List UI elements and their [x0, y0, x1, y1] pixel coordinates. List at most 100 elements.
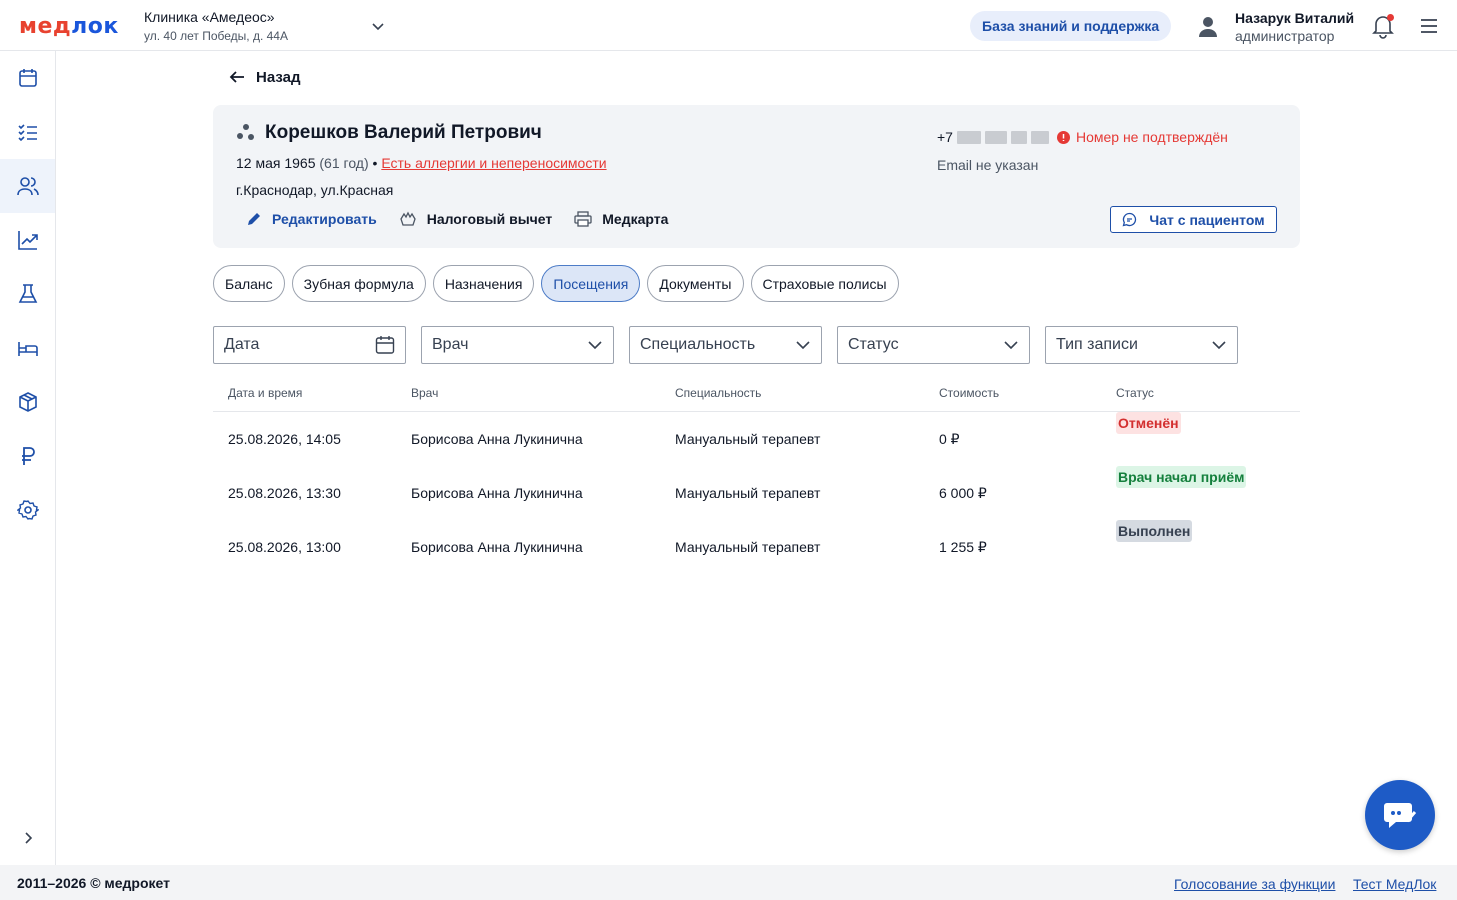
- clinic-selector[interactable]: Клиника «Амедеос» ул. 40 лет Победы, д. …: [144, 9, 288, 44]
- chevron-down-icon[interactable]: [370, 18, 386, 34]
- user-avatar-icon[interactable]: [1196, 14, 1220, 38]
- patient-birth-row: 12 мая 1965 (61 год) • Есть аллергии и н…: [236, 155, 607, 171]
- phone-hidden-part: [1010, 130, 1027, 144]
- patient-tabs: Баланс Зубная формула Назначения Посещен…: [213, 265, 899, 302]
- chat-button-label: Чат с пациентом: [1149, 211, 1265, 228]
- chevron-down-icon: [1004, 341, 1018, 350]
- specialty-filter-label: Специальность: [640, 336, 756, 353]
- status-filter[interactable]: Статус: [837, 326, 1030, 364]
- table-row[interactable]: 25.08.2026, 13:00 Борисова Анна Лукиничн…: [213, 520, 1300, 574]
- copyright: 2011–2026 © медрокет: [17, 875, 170, 891]
- column-header-cost[interactable]: Стоимость: [939, 386, 999, 400]
- row-datetime: 25.08.2026, 13:00: [228, 539, 341, 555]
- chevron-down-icon: [796, 341, 810, 350]
- medcard-button[interactable]: Медкарта: [574, 211, 668, 227]
- tab-documents[interactable]: Документы: [647, 265, 744, 302]
- separator-dot: •: [372, 155, 378, 171]
- doctor-filter[interactable]: Врач: [421, 326, 614, 364]
- clinic-address: ул. 40 лет Победы, д. 44А: [144, 28, 288, 43]
- row-doctor: Борисова Анна Лукинична: [411, 539, 583, 555]
- app-logo[interactable]: медлок: [19, 14, 119, 39]
- ruble-icon: [21, 447, 35, 465]
- support-chat-button[interactable]: [1365, 780, 1435, 850]
- allergy-link[interactable]: Есть аллергии и непереносимости: [381, 155, 606, 171]
- tab-prescriptions[interactable]: Назначения: [432, 265, 535, 302]
- edit-label: Редактировать: [272, 211, 377, 227]
- sidebar-item-analytics[interactable]: [0, 213, 55, 267]
- calendar-icon: [18, 69, 37, 87]
- chevron-right-icon: [24, 832, 32, 844]
- phone-status-text: Номер не подтверждён: [1075, 129, 1228, 145]
- status-badge: Врач начал приём: [1116, 466, 1247, 488]
- patient-actions: Редактировать Налоговый вычет Медкарта: [246, 211, 668, 227]
- sidebar-expand-button[interactable]: [0, 811, 55, 865]
- bed-icon: [17, 342, 38, 356]
- sidebar-item-lab[interactable]: [0, 267, 55, 321]
- specialty-filter[interactable]: Специальность: [629, 326, 822, 364]
- medcard-label: Медкарта: [602, 211, 669, 227]
- row-doctor: Борисова Анна Лукинична: [411, 431, 583, 447]
- doctor-filter-label: Врач: [432, 336, 469, 353]
- sidebar-item-beds[interactable]: [0, 321, 55, 375]
- sidebar-item-settings[interactable]: [0, 483, 55, 537]
- tab-balance[interactable]: Баланс: [213, 265, 285, 302]
- printer-icon: [574, 211, 592, 227]
- test-medlok-link[interactable]: Тест МедЛок: [1353, 876, 1436, 892]
- row-specialty: Мануальный терапевт: [675, 431, 821, 447]
- row-cost: 1 255 ₽: [939, 539, 987, 555]
- column-header-doctor[interactable]: Врач: [411, 386, 438, 400]
- column-header-specialty[interactable]: Специальность: [675, 386, 761, 400]
- settings-icon: [16, 500, 39, 520]
- patient-group-icon: [237, 124, 254, 140]
- chat-icon: [1123, 212, 1137, 227]
- row-cost: 6 000 ₽: [939, 485, 987, 501]
- table-row[interactable]: 25.08.2026, 13:30 Борисова Анна Лукиничн…: [213, 466, 1300, 520]
- tasks-icon: [17, 124, 37, 142]
- tax-icon: [399, 211, 416, 226]
- tab-dental-formula[interactable]: Зубная формула: [291, 265, 426, 302]
- back-button[interactable]: Назад: [228, 68, 300, 86]
- tab-insurance[interactable]: Страховые полисы: [750, 265, 899, 302]
- menu-icon[interactable]: [1418, 15, 1440, 37]
- back-label: Назад: [256, 68, 301, 86]
- patient-birth-date: 12 мая 1965: [236, 155, 316, 171]
- arrow-left-icon: [229, 71, 244, 83]
- error-icon: [1056, 130, 1070, 144]
- logo-text-right: лок: [71, 14, 119, 39]
- logo-text-left: мед: [19, 14, 72, 39]
- date-filter[interactable]: Дата: [213, 326, 406, 364]
- user-info[interactable]: Назарук Виталий администратор: [1235, 9, 1354, 45]
- phone-hidden-part: [984, 130, 1007, 144]
- user-name: Назарук Виталий: [1235, 10, 1355, 26]
- record-type-filter-label: Тип записи: [1056, 336, 1138, 353]
- feature-vote-link[interactable]: Голосование за функции: [1174, 876, 1335, 892]
- chevron-down-icon: [1212, 341, 1226, 350]
- footer: 2011–2026 © медрокет Голосование за функ…: [0, 865, 1457, 900]
- patient-name-row: Корешков Валерий Петрович: [236, 122, 542, 144]
- calendar-icon[interactable]: [375, 335, 395, 355]
- table-row[interactable]: 25.08.2026, 14:05 Борисова Анна Лукиничн…: [213, 412, 1300, 466]
- sidebar-item-patients[interactable]: [0, 159, 55, 213]
- sidebar-item-tasks[interactable]: [0, 105, 55, 159]
- edit-button[interactable]: Редактировать: [246, 211, 377, 227]
- sidebar-item-finance[interactable]: [0, 429, 55, 483]
- patient-phone: +7 Номер не подтверждён: [937, 129, 1228, 145]
- patient-name: Корешков Валерий Петрович: [265, 122, 542, 143]
- row-cost: 0 ₽: [939, 431, 960, 447]
- record-type-filter[interactable]: Тип записи: [1045, 326, 1238, 364]
- sidebar-item-calendar[interactable]: [0, 51, 55, 105]
- sidebar-item-warehouse[interactable]: [0, 375, 55, 429]
- tax-label: Налоговый вычет: [426, 211, 553, 227]
- top-bar: медлок Клиника «Амедеос» ул. 40 лет Побе…: [0, 0, 1457, 51]
- tax-deduction-button[interactable]: Налоговый вычет: [399, 211, 553, 227]
- patient-age: (61 год): [319, 155, 369, 171]
- column-header-status[interactable]: Статус: [1116, 386, 1154, 400]
- chevron-down-icon: [588, 341, 602, 350]
- patient-card: Корешков Валерий Петрович 12 мая 1965 (6…: [213, 105, 1300, 248]
- chat-with-patient-button[interactable]: Чат с пациентом: [1110, 206, 1277, 233]
- user-role: администратор: [1235, 28, 1335, 45]
- column-header-datetime[interactable]: Дата и время: [228, 386, 302, 400]
- tab-visits[interactable]: Посещения: [541, 265, 641, 302]
- box-icon: [18, 392, 37, 412]
- knowledge-base-button[interactable]: База знаний и поддержка: [970, 11, 1172, 41]
